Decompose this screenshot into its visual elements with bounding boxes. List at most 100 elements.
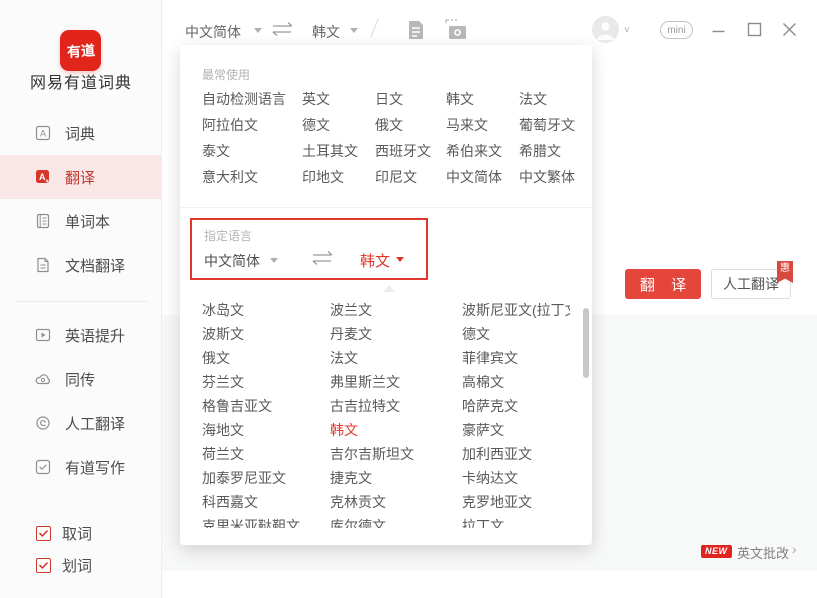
language-item[interactable]: 豪萨文 bbox=[462, 422, 570, 438]
frequent-language-item[interactable]: 法文 bbox=[519, 91, 582, 107]
frequent-language-item[interactable]: 希伯来文 bbox=[446, 143, 519, 159]
frequent-language-grid: 自动检测语言英文日文韩文法文阿拉伯文德文俄文马来文葡萄牙文泰文土耳其文西班牙文希… bbox=[202, 91, 582, 185]
sidebar-divider bbox=[14, 301, 148, 302]
panel-source-language-selector[interactable]: 中文简体 bbox=[204, 251, 260, 271]
language-item[interactable]: 俄文 bbox=[202, 350, 330, 366]
language-item[interactable]: 克里米亚鞑靼文 bbox=[202, 518, 330, 528]
language-item[interactable]: 波斯文 bbox=[202, 326, 330, 342]
language-item[interactable]: 弗里斯兰文 bbox=[330, 374, 462, 390]
sidebar-item-label: 文档翻译 bbox=[65, 255, 125, 276]
scrollbar-thumb[interactable] bbox=[583, 308, 589, 378]
frequent-language-item[interactable]: 俄文 bbox=[375, 117, 446, 133]
checkbox-checked-icon[interactable] bbox=[36, 558, 51, 573]
checkbox-checked-icon[interactable] bbox=[36, 526, 51, 541]
language-item[interactable]: 波斯尼亚文(拉丁文) bbox=[462, 302, 570, 318]
sidebar-item-doc-translate[interactable]: 文档翻译 bbox=[0, 243, 162, 287]
sidebar-item-human-translate[interactable]: 人工翻译 bbox=[0, 401, 162, 445]
frequent-language-item[interactable]: 土耳其文 bbox=[302, 143, 375, 159]
frequent-language-item[interactable]: 西班牙文 bbox=[375, 143, 446, 159]
youdao-logo-icon: 有道 bbox=[60, 30, 101, 71]
account-chevron-icon[interactable]: ˅ bbox=[624, 25, 630, 36]
pointer-up-icon bbox=[383, 285, 395, 292]
mini-mode-button[interactable]: mini bbox=[660, 21, 693, 39]
translate-button[interactable]: 翻 译 bbox=[625, 269, 701, 299]
maximize-button[interactable] bbox=[743, 18, 765, 40]
language-item[interactable]: 加利西亚文 bbox=[462, 446, 570, 462]
language-item[interactable]: 加泰罗尼亚文 bbox=[202, 470, 330, 486]
user-avatar[interactable] bbox=[592, 16, 619, 43]
frequent-language-item[interactable]: 阿拉伯文 bbox=[202, 117, 302, 133]
dictionary-icon: A bbox=[34, 124, 52, 142]
writing-icon bbox=[34, 458, 52, 476]
language-item[interactable]: 冰岛文 bbox=[202, 302, 330, 318]
language-item[interactable]: 芬兰文 bbox=[202, 374, 330, 390]
frequent-language-item[interactable]: 意大利文 bbox=[202, 169, 302, 185]
language-item[interactable]: 韩文 bbox=[330, 422, 462, 438]
frequent-language-item[interactable]: 葡萄牙文 bbox=[519, 117, 582, 133]
chevron-right-icon[interactable]: › bbox=[792, 541, 797, 557]
toggle-word-capture[interactable]: 取词 bbox=[36, 522, 92, 544]
close-button[interactable] bbox=[778, 18, 800, 40]
language-item[interactable]: 库尔德文 bbox=[330, 518, 462, 528]
language-dropdown-panel: 最常使用 自动检测语言英文日文韩文法文阿拉伯文德文俄文马来文葡萄牙文泰文土耳其文… bbox=[180, 45, 592, 545]
frequent-language-item[interactable]: 日文 bbox=[375, 91, 446, 107]
language-item[interactable]: 捷克文 bbox=[330, 470, 462, 486]
document-icon[interactable] bbox=[406, 19, 426, 41]
language-item[interactable]: 哈萨克文 bbox=[462, 398, 570, 414]
language-item[interactable]: 格鲁吉亚文 bbox=[202, 398, 330, 414]
sidebar-item-interpretation[interactable]: 同传 bbox=[0, 357, 162, 401]
source-language-selector[interactable]: 中文简体 bbox=[185, 22, 241, 42]
language-item[interactable]: 科西嘉文 bbox=[202, 494, 330, 510]
language-item[interactable]: 波兰文 bbox=[330, 302, 462, 318]
language-item[interactable]: 古吉拉特文 bbox=[330, 398, 462, 414]
language-item[interactable]: 海地文 bbox=[202, 422, 330, 438]
language-item[interactable]: 丹麦文 bbox=[330, 326, 462, 342]
frequent-language-item[interactable]: 中文繁体 bbox=[519, 169, 582, 185]
sidebar-item-translate[interactable]: A 翻译 bbox=[0, 155, 162, 199]
language-item[interactable]: 荷兰文 bbox=[202, 446, 330, 462]
doc-translate-icon bbox=[34, 256, 52, 274]
frequent-language-item[interactable]: 英文 bbox=[302, 91, 375, 107]
chevron-down-icon[interactable] bbox=[254, 28, 262, 33]
swap-languages-icon[interactable] bbox=[270, 21, 296, 37]
frequent-language-item[interactable]: 德文 bbox=[302, 117, 375, 133]
target-language-selector[interactable]: 韩文 bbox=[312, 22, 340, 42]
language-item[interactable]: 克罗地亚文 bbox=[462, 494, 570, 510]
language-list-grid: 冰岛文波兰文波斯尼亚文(拉丁文) 波斯文丹麦文德文俄文法文菲律宾文芬兰文弗里斯兰文… bbox=[202, 300, 570, 528]
frequent-language-item[interactable]: 马来文 bbox=[446, 117, 519, 133]
frequent-language-item[interactable]: 韩文 bbox=[446, 91, 519, 107]
sidebar-item-english-improve[interactable]: 英语提升 bbox=[0, 313, 162, 357]
swap-languages-icon[interactable] bbox=[310, 250, 336, 266]
panel-target-language-selector[interactable]: 韩文 bbox=[360, 250, 390, 271]
frequent-language-item[interactable]: 泰文 bbox=[202, 143, 302, 159]
english-correction-link[interactable]: 英文批改 bbox=[737, 543, 789, 562]
frequent-section-title: 最常使用 bbox=[202, 66, 250, 83]
frequent-language-item[interactable]: 印尼文 bbox=[375, 169, 446, 185]
frequent-language-item[interactable]: 希腊文 bbox=[519, 143, 582, 159]
frequent-language-item[interactable]: 印地文 bbox=[302, 169, 375, 185]
language-item[interactable]: 卡纳达文 bbox=[462, 470, 570, 486]
frequent-language-item[interactable]: 中文简体 bbox=[446, 169, 519, 185]
sidebar-item-writing[interactable]: 有道写作 bbox=[0, 445, 162, 489]
language-item[interactable]: 菲律宾文 bbox=[462, 350, 570, 366]
screenshot-camera-icon[interactable] bbox=[445, 19, 469, 41]
chevron-down-icon[interactable] bbox=[396, 257, 404, 262]
panel-divider bbox=[180, 207, 592, 208]
language-item[interactable]: 法文 bbox=[330, 350, 462, 366]
toggle-word-select[interactable]: 划词 bbox=[36, 554, 92, 576]
chevron-down-icon[interactable] bbox=[350, 28, 358, 33]
language-item[interactable]: 吉尔吉斯坦文 bbox=[330, 446, 462, 462]
language-item[interactable]: 德文 bbox=[462, 326, 570, 342]
svg-text:A: A bbox=[40, 129, 46, 139]
sidebar-item-label: 英语提升 bbox=[65, 325, 125, 346]
language-item[interactable]: 高棉文 bbox=[462, 374, 570, 390]
sidebar-item-wordbook[interactable]: 单词本 bbox=[0, 199, 162, 243]
minimize-button[interactable] bbox=[707, 18, 729, 40]
frequent-language-item[interactable]: 自动检测语言 bbox=[202, 91, 302, 107]
language-item[interactable]: 拉丁文 bbox=[462, 518, 570, 528]
app-title: 网易有道词典 bbox=[0, 69, 162, 93]
interpretation-icon bbox=[34, 370, 52, 388]
language-item[interactable]: 克林贡文 bbox=[330, 494, 462, 510]
sidebar-item-dictionary[interactable]: A 词典 bbox=[0, 111, 162, 155]
chevron-down-icon[interactable] bbox=[270, 258, 278, 263]
